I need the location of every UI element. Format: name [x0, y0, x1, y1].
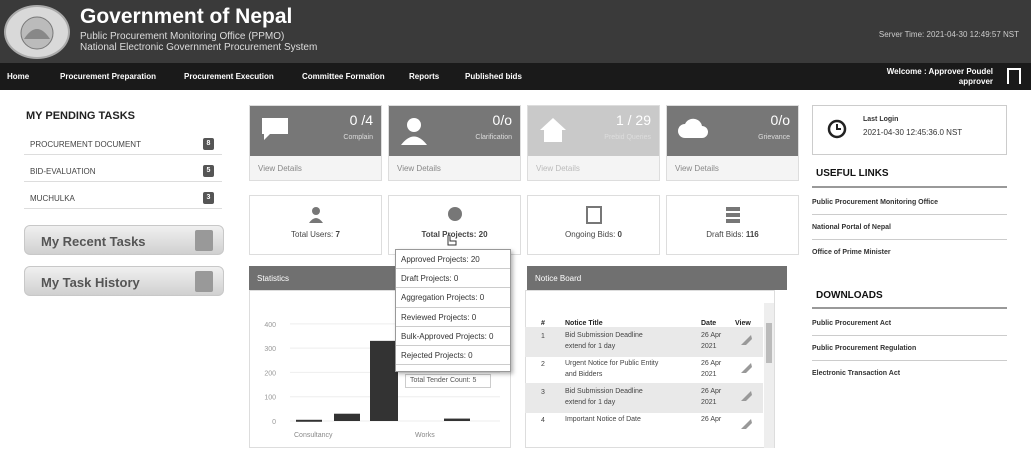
cursor-hand-icon — [447, 234, 457, 246]
download-link[interactable]: Public Procurement Act — [812, 320, 891, 327]
calendar-icon — [195, 230, 213, 251]
dropdown-item[interactable]: Approved Projects: 20 — [396, 250, 510, 270]
recent-tasks-button[interactable]: My Recent Tasks — [24, 225, 224, 255]
task-history-button[interactable]: My Task History — [24, 266, 224, 296]
notice-row[interactable]: 1 Bid Submission Deadline extend for 1 day… — [525, 327, 763, 357]
nav-procurement-execution[interactable]: Procurement Execution — [184, 72, 274, 81]
grievance-card[interactable]: 0/o Grievance View Details — [666, 105, 799, 181]
view-details-link[interactable]: View Details — [536, 164, 580, 173]
nav-committee-formation[interactable]: Committee Formation — [302, 72, 385, 81]
useful-link[interactable]: Public Procurement Monitoring Office — [812, 199, 938, 206]
view-details-link[interactable]: View Details — [258, 164, 302, 173]
x-tick-label: Works — [415, 432, 435, 439]
welcome-user[interactable]: Welcome : Approver Poudel approver — [887, 67, 993, 87]
user-icon — [401, 118, 427, 145]
dropdown-item[interactable]: Draft Projects: 0 — [396, 269, 510, 289]
globe-icon — [448, 207, 462, 221]
notice-scrollbar[interactable] — [764, 303, 774, 448]
notice-table-header: # Notice Title Date View — [541, 320, 751, 327]
y-tick-label: 300 — [264, 346, 276, 353]
dropdown-item[interactable]: Reviewed Projects: 0 — [396, 308, 510, 327]
y-tick-label: 200 — [264, 370, 276, 377]
notice-row[interactable]: 3 Bid Submission Deadline extend for 1 day… — [525, 383, 763, 413]
downloads-title: DOWNLOADS — [816, 290, 883, 301]
ongoing-bids-stat[interactable]: Ongoing Bids: 0 — [527, 195, 660, 255]
pending-task-item[interactable]: MUCHULKA 3 — [24, 188, 222, 209]
useful-link[interactable]: National Portal of Nepal — [812, 224, 891, 231]
dropdown-item[interactable]: Rejected Projects: 0 — [396, 346, 510, 366]
useful-links-title: USEFUL LINKS — [816, 168, 889, 179]
chart-bar — [334, 413, 360, 421]
pending-tasks-title: MY PENDING TASKS — [26, 110, 135, 122]
document-icon — [586, 206, 602, 224]
site-title: Government of Nepal — [80, 5, 293, 28]
chart-bar — [444, 418, 470, 421]
nav-procurement-preparation[interactable]: Procurement Preparation — [60, 72, 156, 81]
cloud-icon — [678, 118, 708, 138]
last-login-box: Last Login 2021-04-30 12:45:36.0 NST — [812, 105, 1007, 155]
prebid-queries-card[interactable]: 1 / 29 Prebid Queries View Details — [527, 105, 660, 181]
nav-reports[interactable]: Reports — [409, 72, 439, 81]
home-icon — [540, 118, 566, 142]
view-icon[interactable] — [739, 333, 753, 347]
y-tick-label: 0 — [272, 419, 276, 426]
view-icon[interactable] — [739, 417, 753, 431]
pending-task-item[interactable]: BID-EVALUATION 5 — [24, 161, 222, 182]
site-subtitle: Public Procurement Monitoring Office (PP… — [80, 31, 318, 53]
notice-row[interactable]: 4 Important Notice of Date 26 Apr — [525, 411, 763, 441]
pending-task-item[interactable]: PROCUREMENT DOCUMENT 8 — [24, 134, 222, 155]
chart-bar — [370, 340, 398, 421]
nepal-emblem-logo — [4, 5, 70, 59]
notice-row[interactable]: 2 Urgent Notice for Public Entity and Bidd… — [525, 355, 763, 385]
dropdown-item[interactable]: Aggregation Projects: 0 — [396, 288, 510, 308]
notice-board-header: Notice Board — [527, 266, 787, 290]
user-icon[interactable] — [1007, 68, 1021, 84]
chat-icon — [262, 118, 288, 140]
dropdown-item[interactable]: Bulk-Approved Projects: 0 — [396, 327, 510, 346]
nav-published-bids[interactable]: Published bids — [465, 72, 522, 81]
user-icon — [309, 207, 323, 223]
main-nav: Home Procurement Preparation Procurement… — [0, 63, 1031, 90]
clock-icon — [827, 119, 847, 139]
projects-dropdown: Approved Projects: 20 Draft Projects: 0 … — [395, 249, 511, 372]
complain-card[interactable]: 0 /4 Complain View Details — [249, 105, 382, 181]
server-time: Server Time: 2021-04-30 12:49:57 NST — [878, 30, 1019, 39]
chart-bar — [296, 419, 322, 422]
download-link[interactable]: Public Procurement Regulation — [812, 345, 916, 352]
chart-tooltip: Total Tender Count: 5 — [405, 374, 491, 388]
nav-home[interactable]: Home — [7, 72, 29, 81]
y-tick-label: 400 — [264, 322, 276, 329]
view-icon[interactable] — [739, 361, 753, 375]
view-details-link[interactable]: View Details — [397, 164, 441, 173]
clarification-card[interactable]: 0/o Clarification View Details — [388, 105, 521, 181]
server-icon — [726, 207, 740, 223]
download-link[interactable]: Electronic Transaction Act — [812, 370, 900, 377]
notepad-icon — [195, 271, 213, 292]
view-icon[interactable] — [739, 389, 753, 403]
draft-bids-stat[interactable]: Draft Bids: 116 — [666, 195, 799, 255]
total-users-stat[interactable]: Total Users: 7 — [249, 195, 382, 255]
y-tick-label: 100 — [264, 395, 276, 402]
view-details-link[interactable]: View Details — [675, 164, 719, 173]
x-tick-label: Consultancy — [294, 432, 333, 439]
header: Government of Nepal Public Procurement M… — [0, 0, 1031, 63]
useful-link[interactable]: Office of Prime Minister — [812, 249, 891, 256]
total-projects-stat[interactable]: Total Projects: 20 — [388, 195, 521, 255]
